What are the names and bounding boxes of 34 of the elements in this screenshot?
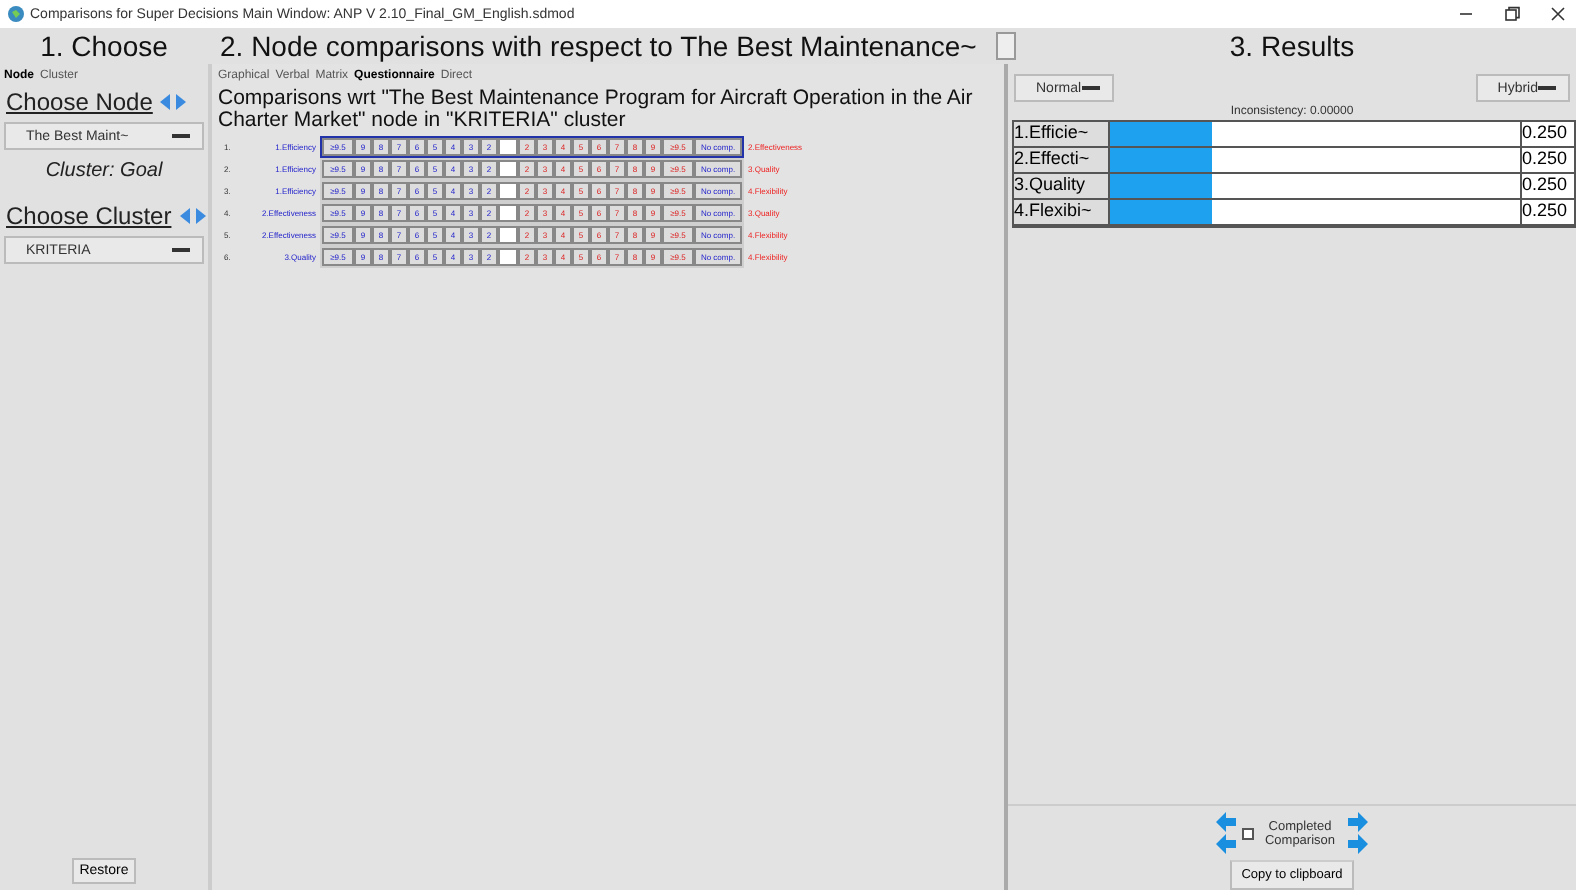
app-icon (8, 6, 24, 22)
equal-cell[interactable] (498, 181, 518, 199)
equal-cell[interactable] (498, 247, 518, 265)
priority-value: 0.250 (1522, 122, 1574, 146)
section-heading: 1. Choose (38, 30, 170, 62)
priority-value: 0.250 (1522, 174, 1574, 198)
choose-cluster-heading: Choose Cluster (6, 202, 172, 230)
result-label: 2.Effecti~ (1014, 148, 1110, 172)
section-heading: 3. Results (1227, 30, 1357, 62)
arrows-icon[interactable] (160, 94, 187, 110)
choose-node-heading: Choose Node (6, 88, 153, 116)
dropdown-icon (1538, 84, 1556, 92)
next-question-icon[interactable] (1346, 834, 1368, 854)
result-label: 4.Flexibi~ (1014, 200, 1110, 224)
cluster-label: Cluster: Goal (43, 160, 165, 182)
completed-checkbox[interactable] (1242, 827, 1254, 839)
priority-value: 0.250 (1522, 200, 1574, 224)
section-heading: 2. Node comparisons with respect to The Best Maintenance~ (218, 30, 979, 62)
equal-cell[interactable] (498, 159, 518, 177)
equal-cell[interactable] (498, 225, 518, 243)
dropdown-icon (172, 246, 190, 254)
equal-cell[interactable] (498, 203, 518, 221)
scroll-button[interactable] (996, 32, 1016, 60)
result-label: 3.Quality (1014, 174, 1110, 198)
close-icon[interactable] (1548, 4, 1568, 24)
restore-icon[interactable] (1502, 4, 1522, 24)
priority-value: 0.250 (1522, 148, 1574, 172)
dropdown-icon (1081, 84, 1100, 92)
equal-cell[interactable] (498, 137, 518, 155)
dropdown-icon (172, 132, 190, 140)
next-arrow-icon[interactable] (1346, 812, 1368, 832)
comparison-heading: Comparisons wrt "The Best Maintenance Program for Aircraft Operation in the Air Charter Market" node in "KRITERIA" cluster (218, 88, 975, 132)
result-label: 1.Efficie~ (1014, 122, 1110, 146)
arrows-icon[interactable] (179, 208, 206, 224)
